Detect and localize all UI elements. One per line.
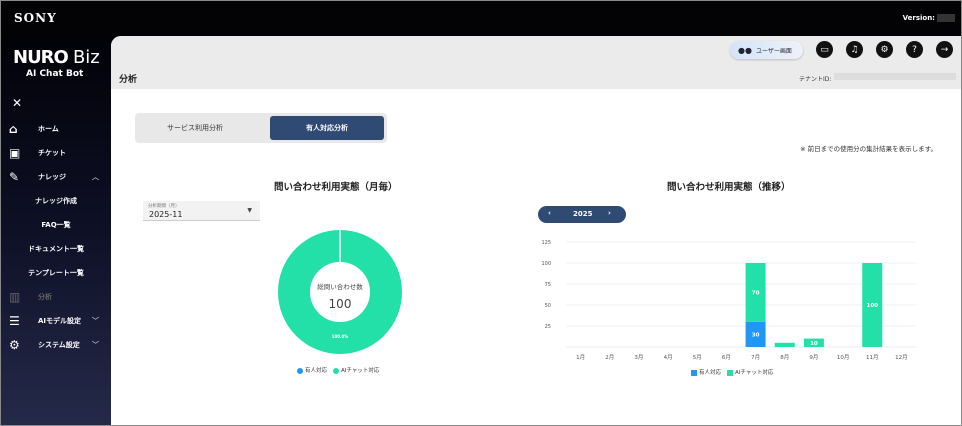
top-bar: SONY Version:	[1, 1, 961, 37]
x-tick-label: 4月	[664, 354, 673, 361]
x-tick-label: 10月	[837, 354, 850, 361]
sidebar-item-8[interactable]: ☰ AIモデル設定 ﹀	[1, 309, 111, 333]
sidebar-item-label: ナレッジ作成	[35, 197, 77, 205]
sidebar-item-2[interactable]: ✎ ナレッジ ︿	[1, 165, 111, 189]
x-tick-label: 1月	[576, 354, 585, 361]
chart-icon: ▥	[9, 290, 21, 304]
y-tick-label: 75	[545, 282, 551, 288]
sidebar-item-label: システム設定	[38, 341, 80, 349]
x-tick-label: 5月	[693, 354, 702, 361]
app-window: SONY Version: NURO Biz AI Chat Bot ✕ ⌂ ホー…	[0, 0, 962, 426]
edit-icon: ✎	[9, 170, 20, 184]
sidebar-item-0[interactable]: ⌂ ホーム	[1, 117, 111, 141]
bar-data-label: 30	[752, 332, 760, 338]
sidebar-item-label: FAQ一覧	[41, 221, 71, 229]
x-tick-label: 11月	[866, 354, 879, 361]
sidebar-item-6[interactable]: テンプレート一覧	[1, 261, 111, 285]
logo-subtitle: AI Chat Bot	[26, 69, 84, 79]
y-tick-label: 125	[541, 240, 551, 246]
sony-logo: SONY	[14, 11, 57, 25]
sidebar-item-label: AIモデル設定	[38, 317, 82, 325]
x-tick-label: 3月	[634, 354, 643, 361]
logo-nuro: NURO	[13, 47, 69, 68]
sidebar-item-label: ドキュメント一覧	[28, 245, 84, 253]
chevron-up-icon: ︿	[92, 173, 99, 181]
bar-ai[interactable]	[774, 342, 795, 347]
trend-bar-chart: 25 50 75 100 125 1月 2月 3月 4月 5月 6月 7月 30 70 8月 9月 10 10月 1…	[541, 240, 916, 361]
sidebar-item-4[interactable]: FAQ一覧	[1, 213, 111, 237]
robot-icon: ☰	[9, 314, 20, 328]
bar-data-label: 70	[752, 290, 760, 296]
y-tick-label: 50	[545, 303, 551, 309]
sidebar-item-label: ナレッジ	[38, 173, 66, 181]
y-tick-label: 100	[541, 261, 551, 267]
version-value-redacted	[937, 14, 955, 22]
sidebar-nav: ⌂ ホーム ▣ チケット ✎ ナレッジ ︿ ナレッジ作成 FAQ一覧ドキュメント一覧 テンプレート…	[1, 117, 111, 357]
close-sidebar-icon[interactable]: ✕	[12, 96, 22, 110]
ticket-icon: ▣	[9, 146, 21, 160]
nuro-biz-logo: NURO Biz AI Chat Bot	[13, 47, 100, 79]
chevron-down-icon: ﹀	[92, 317, 99, 325]
bar-data-label: 100	[867, 303, 879, 309]
x-tick-label: 8月	[780, 354, 789, 361]
sidebar-item-label: ホーム	[38, 125, 59, 133]
sidebar-item-label: テンプレート一覧	[28, 269, 84, 277]
bar-legend: 有人対応 AIチャット対応	[691, 368, 773, 376]
x-tick-label: 12月	[895, 354, 908, 361]
x-tick-label: 6月	[722, 354, 731, 361]
x-tick-label: 9月	[809, 354, 818, 361]
legend-human[interactable]: 有人対応	[691, 368, 721, 376]
y-tick-label: 25	[545, 324, 551, 330]
home-icon: ⌂	[9, 122, 18, 136]
sidebar: NURO Biz AI Chat Bot ✕ ⌂ ホーム ▣ チケット ✎ ナレッジ ︿ ナレ…	[1, 37, 111, 425]
version-label: Version:	[902, 14, 935, 22]
x-tick-label: 2月	[605, 354, 614, 361]
gear-icon: ⚙	[9, 338, 20, 352]
logo-biz: Biz	[72, 47, 100, 68]
sidebar-item-9[interactable]: ⚙ システム設定 ﹀	[1, 333, 111, 357]
bar-data-label: 10	[810, 341, 818, 347]
x-tick-label: 7月	[751, 354, 760, 361]
chevron-down-icon: ﹀	[92, 341, 99, 349]
sidebar-item-3[interactable]: ナレッジ作成	[1, 189, 111, 213]
sidebar-item-label: 分析	[38, 293, 52, 301]
sidebar-item-5[interactable]: ドキュメント一覧	[1, 237, 111, 261]
sidebar-item-1[interactable]: ▣ チケット	[1, 141, 111, 165]
sidebar-item-7[interactable]: ▥ 分析	[1, 285, 111, 309]
legend-ai[interactable]: AIチャット対応	[727, 368, 773, 376]
main-content: 分析 ●● ユーザー画面 ▭ ♫ ⚙ ? → テナントID: サービス利用分析 …	[111, 36, 961, 425]
sidebar-item-label: チケット	[38, 149, 66, 157]
